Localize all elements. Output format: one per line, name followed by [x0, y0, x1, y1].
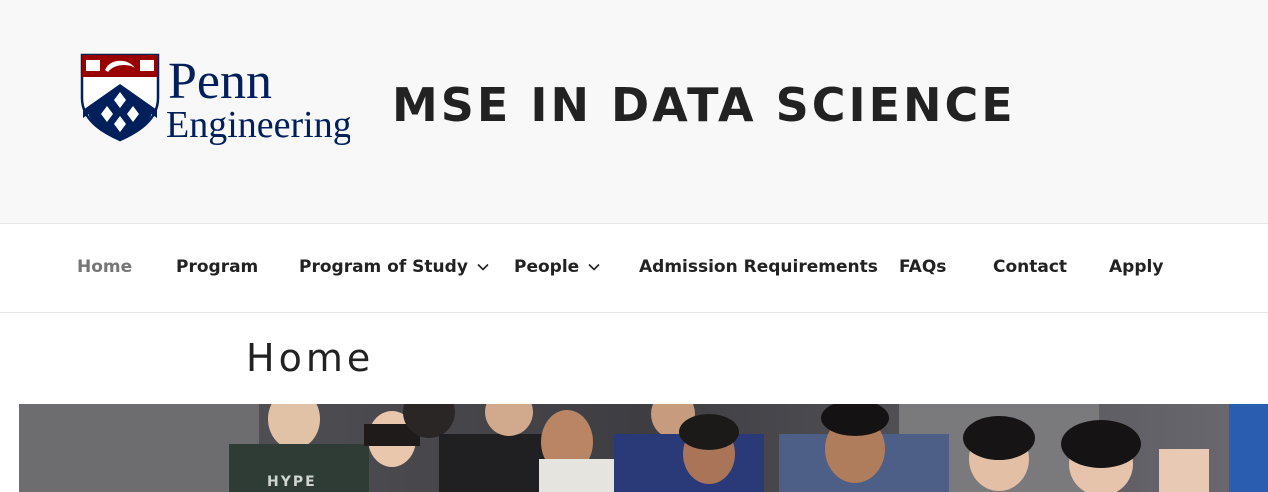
chevron-down-icon[interactable]	[588, 263, 600, 271]
page-title: Home	[246, 336, 375, 380]
penn-shield-icon	[80, 53, 160, 142]
nav-item-admission-requirements[interactable]: Admission Requirements	[639, 257, 878, 277]
nav-item-label: FAQs	[899, 257, 947, 277]
nav-item-label: Program	[176, 257, 259, 277]
group-photo-image: HYPE	[19, 404, 1268, 492]
nav-item-faqs[interactable]: FAQs	[899, 257, 946, 277]
nav-item-program-of-study[interactable]: Program of Study	[299, 257, 489, 277]
nav-item-people[interactable]: People	[514, 257, 600, 277]
nav-item-apply[interactable]: Apply	[1109, 257, 1163, 277]
nav-item-label: Admission Requirements	[639, 257, 878, 277]
hero-group-photo: HYPE	[19, 404, 1268, 492]
nav-item-home[interactable]: Home	[77, 257, 132, 277]
nav-item-label: Contact	[993, 257, 1068, 277]
nav-item-program[interactable]: Program	[176, 257, 258, 277]
site-header: Penn Engineering MSE IN DATA SCIENCE	[0, 0, 1268, 224]
nav-item-label: Apply	[1109, 257, 1164, 277]
shirt-text: HYPE	[267, 474, 317, 490]
logo-wordmark-penn: Penn	[168, 53, 272, 110]
nav-item-label: Program of Study	[299, 257, 468, 277]
site-title[interactable]: MSE IN DATA SCIENCE	[392, 77, 1016, 133]
nav-item-label: People	[514, 257, 580, 277]
penn-engineering-logo[interactable]: Penn Engineering	[80, 50, 350, 155]
nav-item-label: Home	[77, 257, 133, 277]
chevron-down-icon[interactable]	[477, 263, 489, 271]
nav-item-contact[interactable]: Contact	[993, 257, 1067, 277]
logo-wordmark-engineering: Engineering	[166, 104, 350, 146]
main-navigation: Home Program Program of Study People Adm…	[0, 224, 1268, 313]
